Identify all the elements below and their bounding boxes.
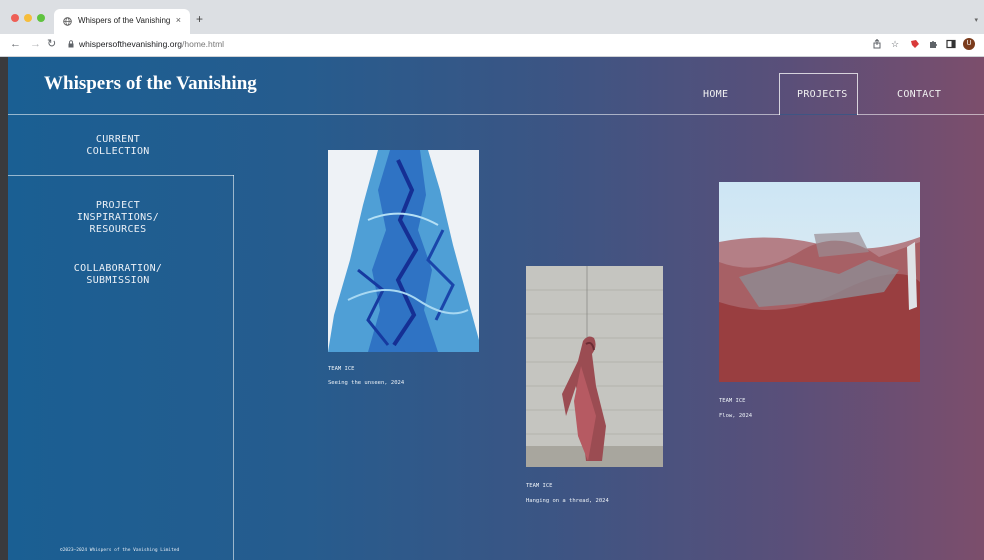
- address-toolbar: ← → ↻ whispersofthevanishing.org/home.ht…: [0, 34, 984, 57]
- close-window-button[interactable]: [11, 14, 19, 22]
- artwork-team-label: TEAM ICE: [526, 483, 553, 489]
- sidebar-label-line: PROJECT: [95, 200, 141, 211]
- close-tab-icon[interactable]: ×: [176, 15, 181, 25]
- sidebar-divider: [8, 175, 234, 176]
- url-domain: whispersofthevanishing.org: [79, 39, 183, 49]
- sidebar-item-collaboration[interactable]: COLLABORATION/ SUBMISSION: [48, 263, 188, 287]
- nav-home[interactable]: HOME: [703, 89, 728, 100]
- profile-avatar[interactable]: U: [963, 38, 975, 50]
- puzzle-icon[interactable]: [928, 39, 938, 49]
- maximize-window-button[interactable]: [37, 14, 45, 22]
- sidebar-label-line: CURRENT: [95, 134, 141, 145]
- forward-arrow-icon[interactable]: →: [30, 38, 41, 50]
- new-tab-button[interactable]: +: [196, 13, 203, 25]
- artwork-image-flow[interactable]: [719, 182, 920, 382]
- artwork-title[interactable]: Flow, 2024: [719, 413, 752, 419]
- artwork-image-hanging-on-a-thread[interactable]: [526, 266, 663, 467]
- artwork-title[interactable]: Hanging on a thread, 2024: [526, 498, 609, 504]
- artwork-photo-graphic: [526, 266, 663, 467]
- site-logo-title[interactable]: Whispers of the Vanishing: [44, 73, 257, 95]
- sidepanel-icon[interactable]: [946, 39, 956, 49]
- artwork-team-label: TEAM ICE: [328, 366, 355, 372]
- tab-title: Whispers of the Vanishing: [78, 16, 171, 25]
- sidebar-label-line: RESOURCES: [89, 224, 147, 235]
- browser-tab[interactable]: Whispers of the Vanishing ×: [54, 9, 190, 34]
- star-icon[interactable]: ☆: [890, 39, 900, 49]
- lock-icon[interactable]: [68, 40, 74, 48]
- artwork-title[interactable]: Seeing the unseen, 2024: [328, 380, 404, 386]
- address-bar-input[interactable]: whispersofthevanishing.org/home.html: [79, 39, 224, 49]
- url-path: /home.html: [182, 39, 225, 49]
- extension-red-icon[interactable]: [910, 39, 920, 49]
- footer-copyright: ©2023–2024 Whispers of the Vanishing Lim…: [60, 548, 180, 553]
- nav-active-gap: [780, 114, 857, 115]
- sidebar-border: [233, 175, 234, 560]
- tab-search-chevron-icon[interactable]: ▾: [974, 16, 978, 24]
- sidebar-label-line: INSPIRATIONS/: [76, 212, 160, 223]
- reload-icon[interactable]: ↻: [47, 38, 56, 50]
- artwork-team-label: TEAM ICE: [719, 398, 746, 404]
- artwork-landscape-graphic: [719, 182, 920, 382]
- share-icon[interactable]: [872, 39, 882, 49]
- sidebar-label-line: COLLABORATION/: [73, 263, 163, 274]
- sidebar-label-line: SUBMISSION: [86, 275, 150, 286]
- back-arrow-icon[interactable]: ←: [10, 38, 21, 50]
- nav-contact[interactable]: CONTACT: [897, 89, 941, 100]
- globe-icon: [63, 17, 72, 26]
- artwork-cyanotype-graphic: [328, 150, 479, 352]
- website-page: Whispers of the Vanishing HOME PROJECTS …: [8, 57, 984, 560]
- minimize-window-button[interactable]: [24, 14, 32, 22]
- sidebar-item-inspirations[interactable]: PROJECT INSPIRATIONS/ RESOURCES: [48, 200, 188, 236]
- sidebar-item-current-collection[interactable]: CURRENT COLLECTION: [48, 134, 188, 158]
- nav-projects[interactable]: PROJECTS: [797, 89, 848, 100]
- sidebar-label-line: COLLECTION: [86, 146, 150, 157]
- artwork-image-seeing-the-unseen[interactable]: [328, 150, 479, 352]
